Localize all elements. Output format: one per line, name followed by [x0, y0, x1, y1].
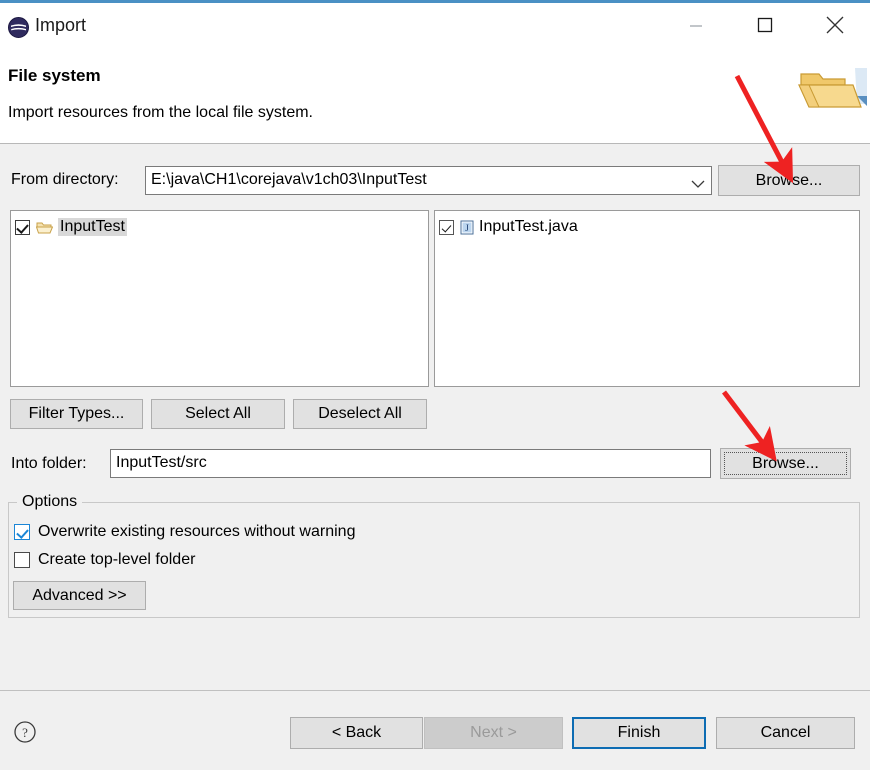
eclipse-icon	[8, 17, 29, 38]
options-group-title: Options	[17, 493, 83, 511]
list-item-file[interactable]: J InputTest.java	[439, 215, 578, 239]
filter-types-button[interactable]: Filter Types...	[10, 399, 143, 429]
checkbox-create-top-level[interactable]	[14, 552, 30, 568]
folder-icon	[36, 220, 53, 235]
maximize-button[interactable]	[742, 8, 788, 42]
from-directory-combo[interactable]: E:\java\CH1\corejava\v1ch03\InputTest	[145, 166, 712, 195]
option-create-top-level-folder[interactable]: Create top-level folder	[14, 551, 195, 569]
browse-folder-button[interactable]: Browse...	[720, 448, 851, 479]
option-create-top-level-label: Create top-level folder	[38, 551, 196, 568]
close-button[interactable]	[812, 8, 858, 42]
from-directory-label: From directory:	[11, 171, 119, 188]
finish-button[interactable]: Finish	[572, 717, 706, 749]
source-folder-tree[interactable]: InputTest	[10, 210, 429, 387]
tree-item-folder[interactable]: InputTest	[15, 215, 127, 239]
deselect-all-button[interactable]: Deselect All	[293, 399, 427, 429]
open-folder-icon	[795, 58, 867, 120]
checkbox-folder[interactable]	[15, 219, 30, 235]
title-bar: Import	[0, 3, 870, 49]
back-button[interactable]: < Back	[290, 717, 423, 749]
page-description: Import resources from the local file sys…	[8, 104, 313, 121]
cancel-button[interactable]: Cancel	[716, 717, 855, 749]
select-all-button[interactable]: Select All	[151, 399, 285, 429]
browse-directory-button[interactable]: Browse...	[718, 165, 860, 196]
minimize-button[interactable]	[673, 8, 719, 42]
option-overwrite-label: Overwrite existing resources without war…	[38, 523, 356, 540]
next-button: Next >	[424, 717, 563, 749]
from-directory-value: E:\java\CH1\corejava\v1ch03\InputTest	[151, 171, 427, 188]
advanced-button[interactable]: Advanced >>	[13, 581, 146, 610]
checkbox-overwrite[interactable]	[14, 524, 30, 540]
list-item-label: InputTest.java	[479, 218, 578, 235]
into-folder-value: InputTest/src	[116, 454, 207, 471]
import-dialog: Import File system Import resources from…	[0, 0, 870, 770]
browse-folder-label: Browse...	[752, 454, 819, 472]
page-title: File system	[8, 66, 101, 85]
window-title: Import	[35, 15, 87, 35]
tree-item-label: InputTest	[58, 218, 127, 236]
checkbox-file[interactable]	[439, 219, 454, 235]
dialog-header: Import File system Import resources from…	[0, 3, 870, 144]
option-overwrite-existing[interactable]: Overwrite existing resources without war…	[14, 523, 355, 541]
help-icon[interactable]: ?	[13, 720, 37, 744]
svg-text:?: ?	[22, 725, 28, 740]
into-folder-label: Into folder:	[11, 455, 87, 472]
java-file-icon: J	[460, 220, 474, 235]
source-file-list[interactable]: J InputTest.java	[434, 210, 860, 387]
into-folder-input[interactable]: InputTest/src	[110, 449, 711, 478]
svg-text:J: J	[465, 223, 469, 233]
chevron-down-icon[interactable]	[691, 176, 705, 194]
